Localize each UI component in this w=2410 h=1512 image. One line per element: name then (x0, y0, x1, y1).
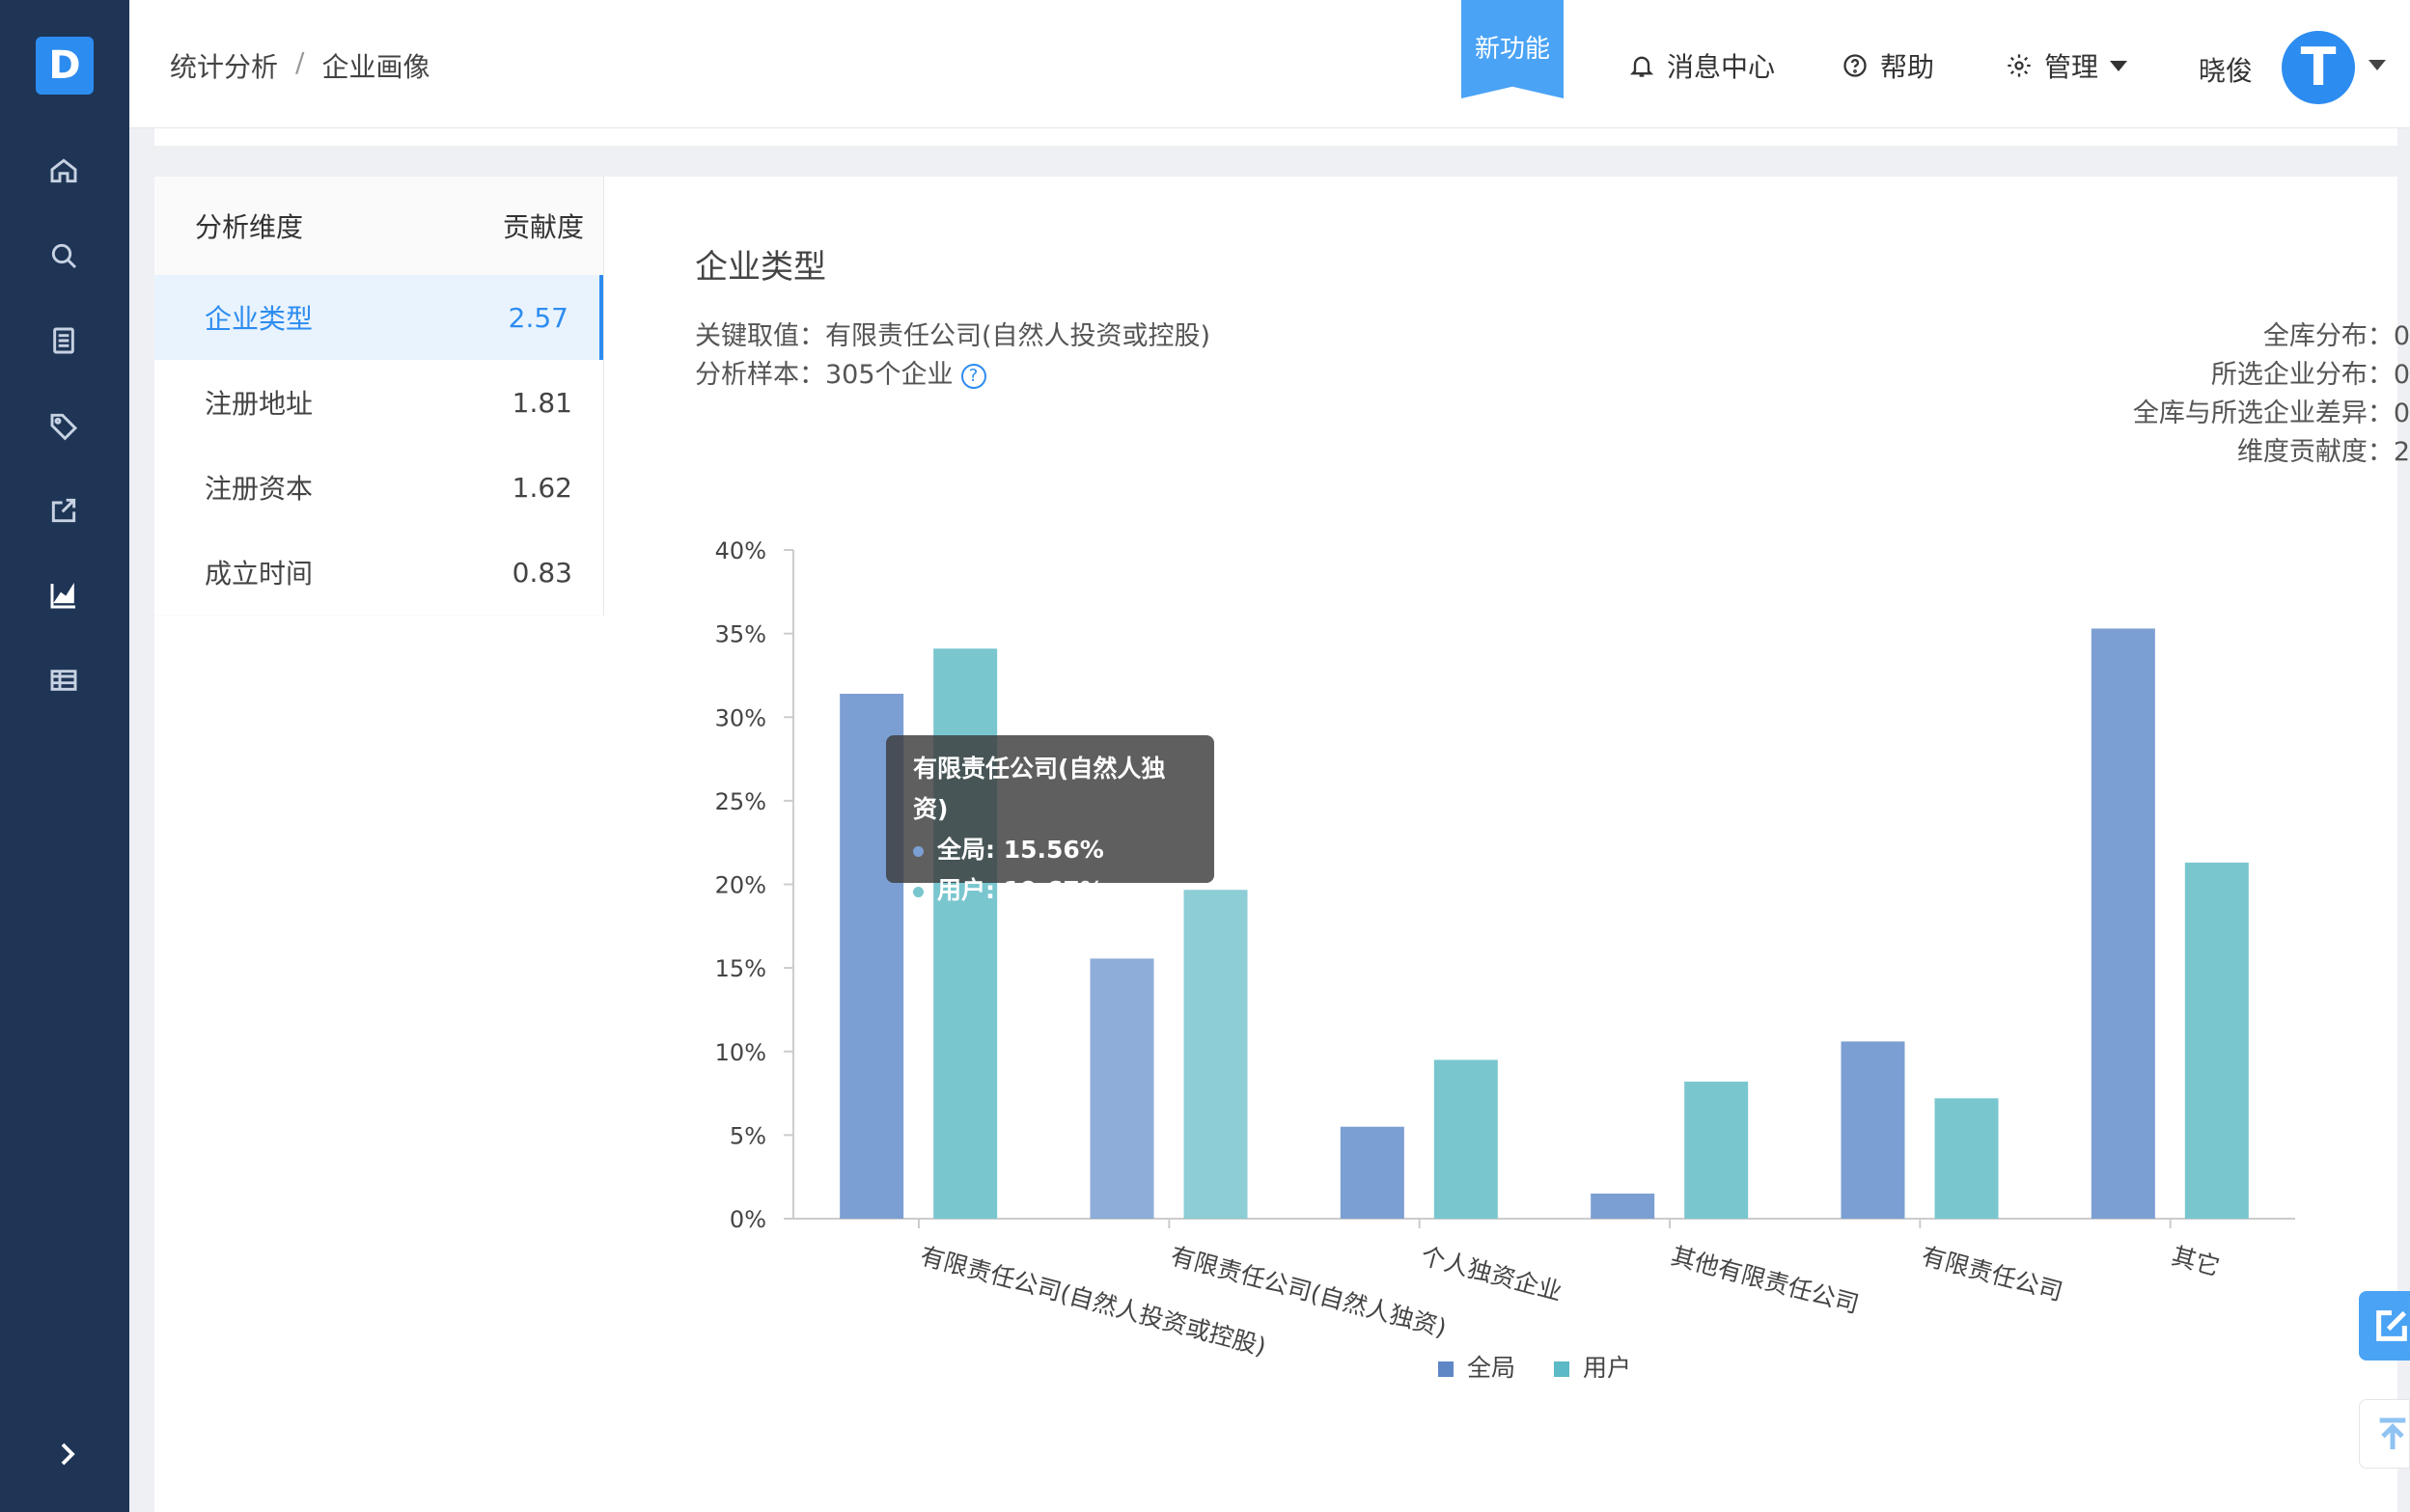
tooltip-title: 有限责任公司(自然人独资) (913, 755, 1166, 823)
tooltip-value: 全局: 15.56% (937, 836, 1104, 864)
y-tick-label: 25% (715, 788, 766, 815)
chart-legend: 全局 用户 (1438, 1349, 1631, 1384)
legend-label: 全局 (1467, 1354, 1516, 1382)
x-tick-label: 个人独资企业 (1418, 1242, 1565, 1306)
chart-bar[interactable] (1684, 1081, 1749, 1219)
x-tick-label: 其它 (2169, 1242, 2223, 1281)
y-tick-label: 15% (715, 955, 766, 982)
arrow-up-icon (2379, 1417, 2406, 1449)
y-tick-label: 30% (715, 704, 766, 731)
legend-label: 用户 (1583, 1354, 1632, 1382)
chart-bar[interactable] (1591, 1194, 1655, 1219)
x-tick-label: 有限责任公司 (1919, 1242, 2065, 1306)
y-tick-label: 20% (715, 872, 766, 899)
y-tick-label: 35% (715, 621, 766, 648)
chart-tooltip: 有限责任公司(自然人独资) 全局: 15.56% 用户: 19.67% (886, 735, 1214, 904)
chart-bar[interactable] (1934, 1098, 1999, 1219)
y-tick-label: 40% (715, 537, 766, 564)
series-dot (913, 886, 924, 897)
y-tick-label: 5% (730, 1122, 766, 1149)
legend-item-user[interactable]: 用户 (1554, 1349, 1631, 1384)
series-dot (913, 845, 924, 857)
chart-bar[interactable] (1183, 890, 1248, 1219)
back-to-top-button[interactable] (2359, 1399, 2410, 1469)
y-tick-label: 0% (730, 1206, 766, 1233)
chart-bar[interactable] (1090, 958, 1154, 1219)
chart-bar[interactable] (933, 648, 998, 1219)
tooltip-row-user: 用户: 19.67% (913, 870, 1187, 911)
edit-icon (2376, 1310, 2407, 1341)
chart-bar[interactable] (1433, 1059, 1498, 1219)
chart-bar[interactable] (1841, 1041, 1905, 1219)
chart-bar[interactable] (2184, 862, 2249, 1219)
y-tick-label: 10% (715, 1039, 766, 1066)
x-tick-label: 其他有限责任公司 (1668, 1242, 1862, 1319)
feedback-edit-button[interactable] (2359, 1291, 2410, 1361)
chart-bar[interactable] (2091, 628, 2155, 1219)
legend-item-global[interactable]: 全局 (1438, 1349, 1515, 1384)
tooltip-row-global: 全局: 15.56% (913, 830, 1187, 870)
tooltip-value: 用户: 19.67% (937, 876, 1104, 904)
chart-bar[interactable] (1340, 1126, 1404, 1219)
legend-swatch (1554, 1361, 1570, 1377)
legend-swatch (1438, 1361, 1454, 1377)
